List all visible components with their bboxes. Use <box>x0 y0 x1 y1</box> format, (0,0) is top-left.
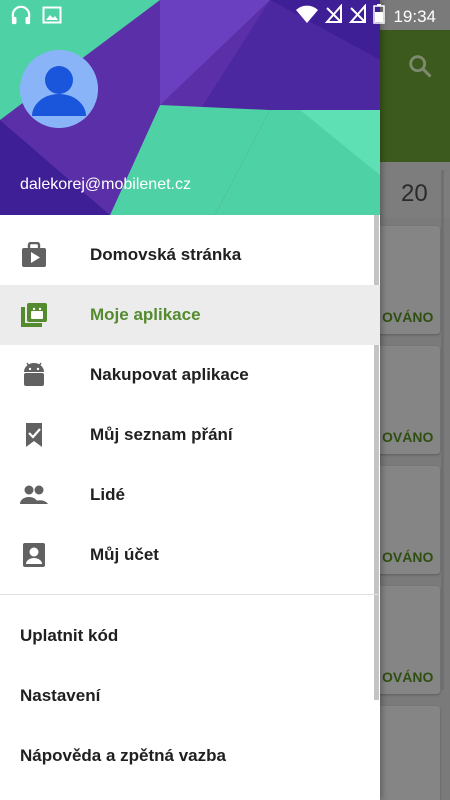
headphones-icon <box>10 5 32 30</box>
drawer-item-label: Moje aplikace <box>90 305 201 324</box>
drawer-item-account[interactable]: Můj účet <box>0 525 380 585</box>
background-card-button: OVÁNO <box>382 549 434 565</box>
drawer-item-help-feedback[interactable]: Nápověda a zpětná vazba <box>0 726 380 786</box>
avatar[interactable] <box>20 50 98 128</box>
battery-icon <box>373 4 386 29</box>
drawer-item-label: Domovská stránka <box>90 245 242 264</box>
drawer-secondary-menu: Uplatnit kód Nastavení Nápověda a zpětná… <box>0 606 380 786</box>
drawer-item-label: Můj účet <box>90 545 159 564</box>
play-store-bag-icon <box>20 241 48 268</box>
drawer-item-label: Uplatnit kód <box>20 626 119 645</box>
drawer-item-people[interactable]: Lidé <box>0 465 380 525</box>
search-icon[interactable] <box>406 52 434 80</box>
drawer-item-redeem-code[interactable]: Uplatnit kód <box>0 606 380 666</box>
drawer-item-my-apps[interactable]: Moje aplikace <box>0 285 380 345</box>
clock: 19:34 <box>393 6 436 26</box>
no-signal-icon <box>349 3 367 29</box>
image-icon <box>42 5 62 30</box>
drawer-item-settings[interactable]: Nastavení <box>0 666 380 726</box>
drawer-header: dalekorej@mobilenet.cz <box>0 0 380 215</box>
drawer-item-label: Nastavení <box>20 686 101 705</box>
wifi-icon <box>295 4 319 29</box>
people-icon <box>20 482 48 508</box>
drawer-item-home[interactable]: Domovská stránka <box>0 225 380 285</box>
background-card-button: OVÁNO <box>382 429 434 445</box>
drawer-item-label: Nápověda a zpětná vazba <box>20 746 226 765</box>
account-email[interactable]: dalekorej@mobilenet.cz <box>20 176 191 194</box>
android-icon <box>20 362 48 388</box>
drawer-item-shop-apps[interactable]: Nakupovat aplikace <box>0 345 380 405</box>
navigation-drawer: dalekorej@mobilenet.cz Domovská stránka … <box>0 0 380 800</box>
drawer-item-label: Můj seznam přání <box>90 425 233 444</box>
no-signal-icon <box>325 3 343 29</box>
drawer-item-label: Lidé <box>90 485 125 504</box>
drawer-item-wishlist[interactable]: Můj seznam přání <box>0 405 380 465</box>
drawer-divider <box>0 594 380 595</box>
background-scrollbar <box>441 170 444 690</box>
drawer-item-label: Nakupovat aplikace <box>90 365 249 384</box>
background-card-button: OVÁNO <box>382 669 434 685</box>
drawer-primary-menu: Domovská stránka Moje aplikace Nakupovat… <box>0 225 380 585</box>
wishlist-bookmark-icon <box>20 422 48 448</box>
background-card-button: OVÁNO <box>382 309 434 325</box>
background-tab-count: 20 <box>401 180 428 207</box>
my-apps-icon <box>20 302 48 328</box>
account-box-icon <box>20 542 48 568</box>
status-bar: 19:34 <box>0 0 450 30</box>
